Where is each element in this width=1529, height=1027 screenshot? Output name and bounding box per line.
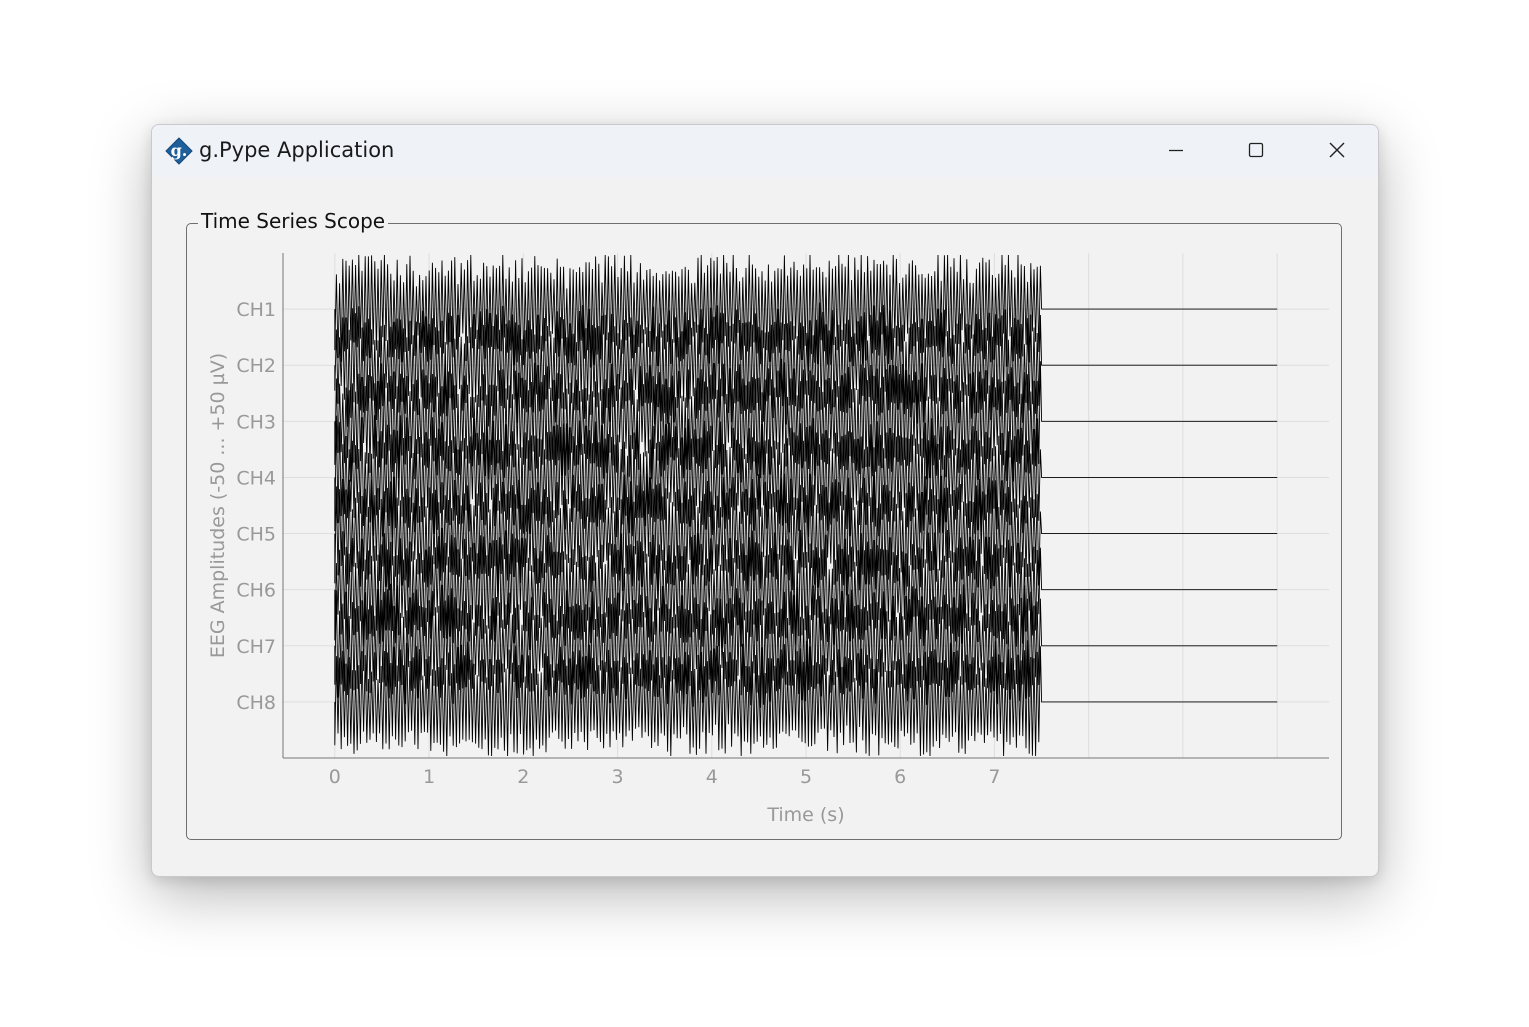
y-tick-label: CH8 bbox=[236, 692, 276, 714]
x-tick-label: 5 bbox=[800, 766, 812, 788]
x-tick-label: 6 bbox=[894, 766, 906, 788]
y-tick-label: CH7 bbox=[236, 636, 276, 658]
y-tick-label: CH3 bbox=[236, 411, 276, 433]
x-tick-label: 2 bbox=[517, 766, 529, 788]
y-tick-label: CH4 bbox=[236, 467, 276, 489]
y-tick-label: CH1 bbox=[236, 299, 276, 321]
x-tick-label: 0 bbox=[329, 766, 341, 788]
x-tick-label: 1 bbox=[423, 766, 435, 788]
x-axis-label: Time (s) bbox=[766, 804, 844, 826]
x-tick-label: 4 bbox=[706, 766, 718, 788]
x-tick-label: 7 bbox=[988, 766, 1000, 788]
y-tick-label: CH2 bbox=[236, 355, 276, 377]
x-tick-label: 3 bbox=[611, 766, 623, 788]
y-axis-label: EEG Amplitudes (-50 ... +50 µV) bbox=[207, 353, 229, 658]
y-tick-label: CH5 bbox=[236, 524, 276, 546]
time-series-plot[interactable]: CH1 CH2 CH3 CH4 CH5 CH6 CH7 CH8 0 1 2 3 4 5 6 7 Time (s)… bbox=[152, 125, 1378, 876]
app-window: g. g.Pype Application Time Series Scope … bbox=[151, 124, 1379, 877]
y-tick-label: CH6 bbox=[236, 580, 276, 602]
